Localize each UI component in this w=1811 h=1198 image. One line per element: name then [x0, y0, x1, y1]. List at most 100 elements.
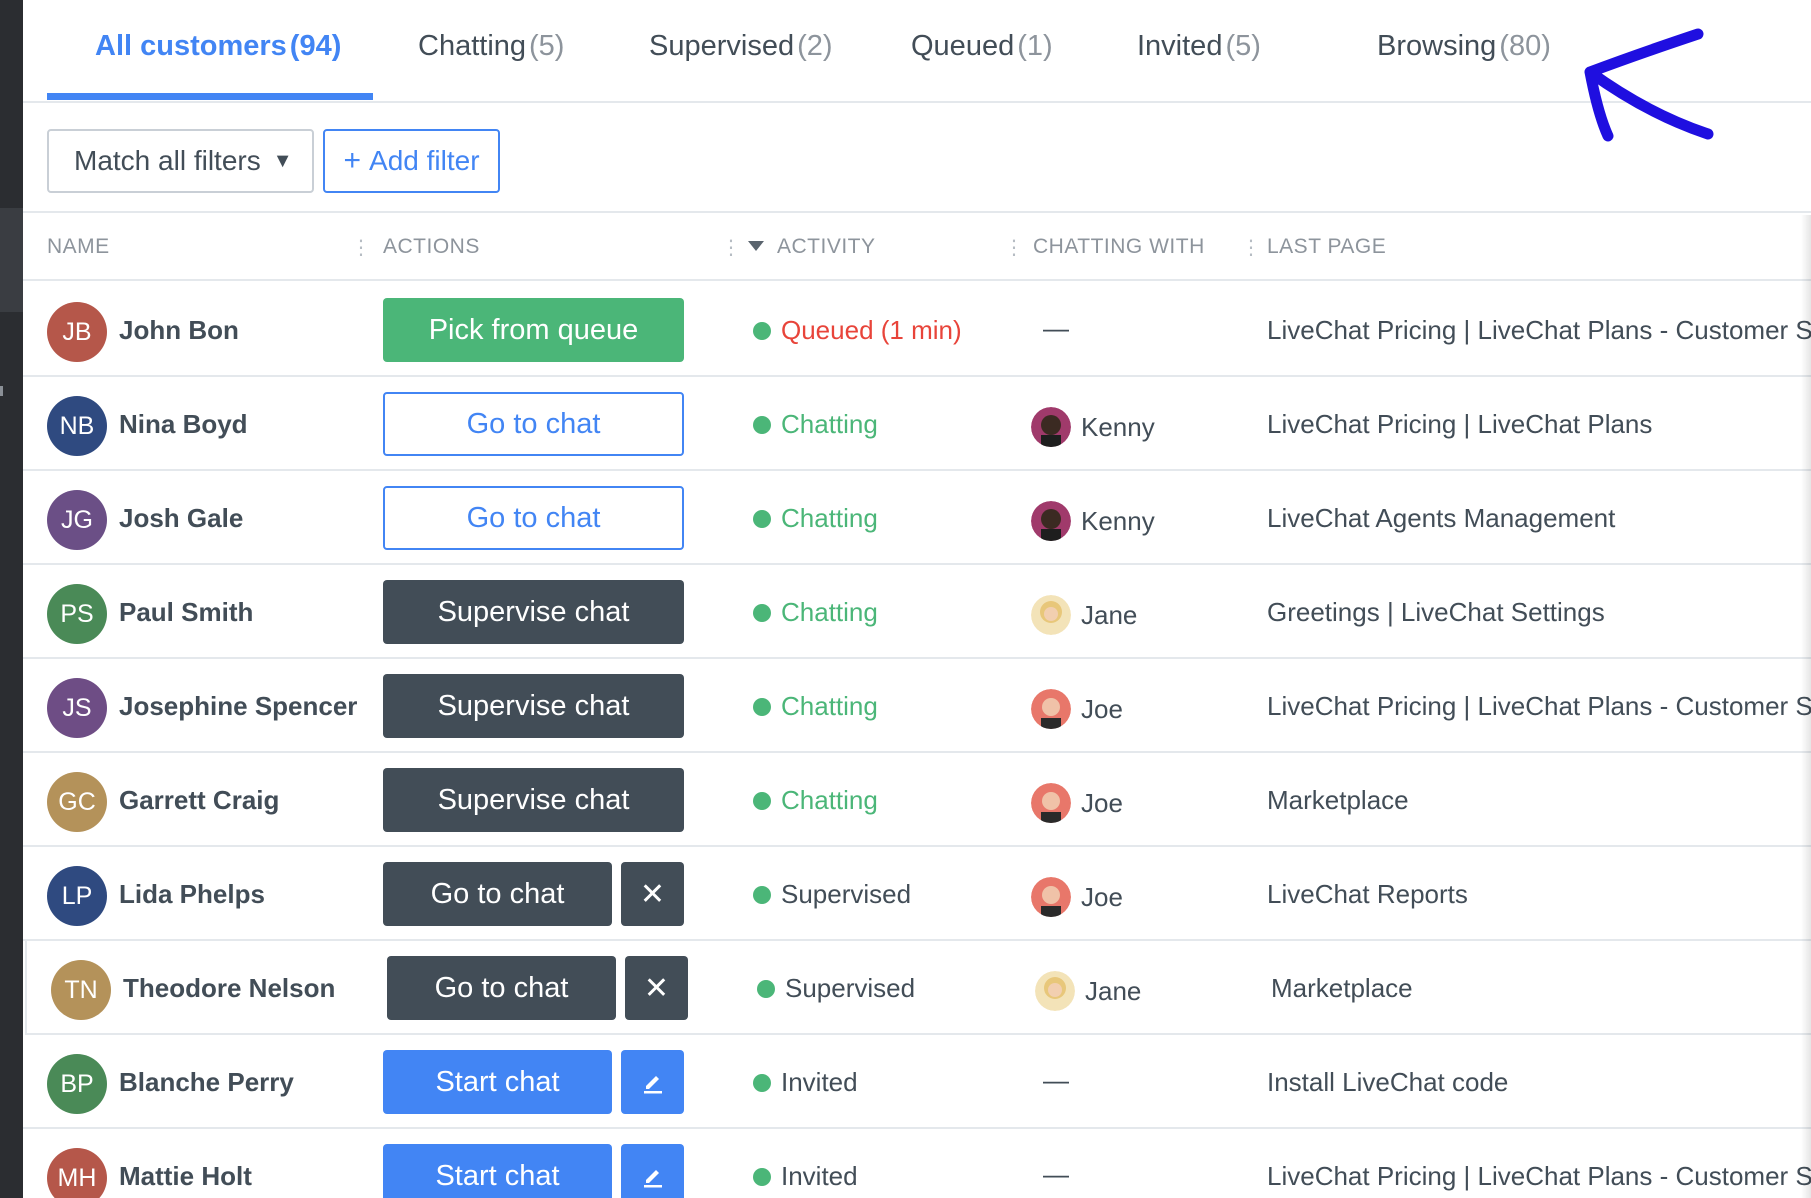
tab-label: Queued: [911, 30, 1015, 62]
tab-count: (5): [529, 30, 565, 62]
table-row[interactable]: JS Josephine Spencer Supervise chat Chat…: [23, 659, 1811, 753]
column-resize-handle[interactable]: ⋮: [1004, 235, 1024, 260]
stop-supervising-button[interactable]: ✕: [621, 862, 684, 926]
go-to-chat-button[interactable]: Go to chat: [383, 862, 612, 926]
left-sidebar-rail: [0, 0, 23, 1198]
tab-supervised[interactable]: Supervised (2): [649, 30, 833, 80]
column-resize-handle[interactable]: ⋮: [1241, 235, 1261, 260]
chatting-with: Joe: [1031, 783, 1123, 823]
table-row[interactable]: MH Mattie Holt Start chat Invited — Live…: [23, 1129, 1811, 1198]
column-header-chatting-with[interactable]: CHATTING WITH: [1033, 235, 1205, 259]
customer-name[interactable]: Josh Gale: [119, 503, 243, 534]
table-row[interactable]: JG Josh Gale Go to chat Chatting Kenny L…: [23, 471, 1811, 565]
agent-avatar-jane: [1035, 971, 1075, 1011]
table-row[interactable]: NB Nina Boyd Go to chat Chatting Kenny L…: [23, 377, 1811, 471]
table-row[interactable]: BP Blanche Perry Start chat Invited — In…: [23, 1035, 1811, 1129]
status-text: Invited: [781, 1067, 858, 1097]
chatting-with: Kenny: [1031, 407, 1155, 447]
customer-name[interactable]: Mattie Holt: [119, 1161, 252, 1192]
last-page: LiveChat Pricing | LiveChat Plans - Cust…: [1267, 1161, 1811, 1191]
table-row[interactable]: GC Garrett Craig Supervise chat Chatting…: [23, 753, 1811, 847]
last-page: Install LiveChat code: [1267, 1067, 1509, 1097]
column-header-name[interactable]: NAME: [47, 235, 110, 259]
column-header-last-page[interactable]: LAST PAGE: [1267, 235, 1386, 259]
table-row[interactable]: PS Paul Smith Supervise chat Chatting Ja…: [23, 565, 1811, 659]
status-dot-icon: [753, 1073, 771, 1092]
go-to-chat-button[interactable]: Go to chat: [383, 392, 684, 456]
avatar: TN: [51, 960, 111, 1020]
supervise-chat-button[interactable]: Supervise chat: [383, 674, 684, 738]
tab-label: Supervised: [649, 30, 795, 62]
start-chat-button[interactable]: Start chat: [383, 1050, 612, 1114]
status-text: Chatting: [781, 691, 878, 721]
column-header-activity[interactable]: ACTIVITY: [777, 235, 876, 259]
customer-name[interactable]: Nina Boyd: [119, 409, 248, 440]
customer-name[interactable]: Paul Smith: [119, 597, 253, 628]
supervise-chat-button[interactable]: Supervise chat: [383, 768, 684, 832]
status-text: Chatting: [781, 409, 878, 439]
table-row[interactable]: TN Theodore Nelson Go to chat ✕ Supervis…: [25, 941, 1811, 1035]
agent-name: Joe: [1081, 693, 1123, 724]
agent-avatar-kenny: [1031, 407, 1071, 447]
status-text: Supervised: [785, 973, 916, 1003]
go-to-chat-button[interactable]: Go to chat: [387, 956, 616, 1020]
sort-descending-icon[interactable]: [748, 241, 764, 251]
tab-chatting[interactable]: Chatting (5): [418, 30, 564, 80]
avatar: JB: [47, 302, 107, 362]
status-dot-icon: [753, 415, 771, 434]
status-text: Queued (1 min): [781, 315, 962, 345]
column-header-actions[interactable]: ACTIONS: [383, 235, 480, 259]
match-filters-label: Match all filters: [74, 145, 261, 176]
status-text: Chatting: [781, 785, 878, 815]
last-page: Marketplace: [1267, 785, 1409, 815]
customer-name[interactable]: Blanche Perry: [119, 1067, 294, 1098]
plus-icon: +: [343, 144, 362, 177]
sidebar-handle[interactable]: [0, 386, 3, 396]
tab-label: Browsing: [1377, 30, 1497, 62]
tab-label: All customers: [95, 30, 287, 62]
stop-supervising-button[interactable]: ✕: [625, 956, 688, 1020]
column-resize-handle[interactable]: ⋮: [351, 235, 371, 260]
customer-name[interactable]: Josephine Spencer: [119, 691, 357, 722]
supervise-chat-button[interactable]: Supervise chat: [383, 580, 684, 644]
status-dot-icon: [753, 321, 771, 340]
tab-count: (94): [289, 30, 342, 62]
last-page: LiveChat Agents Management: [1267, 503, 1616, 533]
tab-queued[interactable]: Queued (1): [911, 30, 1053, 80]
agent-avatar-joe: [1031, 689, 1071, 729]
pick-from-queue-button[interactable]: Pick from queue: [383, 298, 684, 362]
last-page: Greetings | LiveChat Settings: [1267, 597, 1605, 627]
chatting-with: Kenny: [1031, 501, 1155, 541]
activity-status: Chatting: [753, 503, 878, 534]
pencil-icon: [643, 1076, 662, 1094]
customer-name[interactable]: John Bon: [119, 315, 239, 346]
customer-name[interactable]: Lida Phelps: [119, 879, 265, 910]
status-dot-icon: [753, 1167, 771, 1186]
go-to-chat-button[interactable]: Go to chat: [383, 486, 684, 550]
avatar: PS: [47, 584, 107, 644]
match-filters-dropdown[interactable]: Match all filters ▼: [47, 129, 314, 193]
tab-all-customers[interactable]: All customers (94): [95, 30, 341, 80]
add-filter-button[interactable]: + Add filter: [323, 129, 500, 193]
close-icon: ✕: [643, 971, 670, 1005]
last-page: Marketplace: [1271, 973, 1413, 1003]
tab-count: (80): [1499, 30, 1551, 62]
edit-invitation-button[interactable]: [621, 1144, 684, 1198]
edit-invitation-button[interactable]: [621, 1050, 684, 1114]
status-text: Chatting: [781, 597, 878, 627]
chatting-with-empty: —: [1043, 313, 1069, 343]
table-row[interactable]: LP Lida Phelps Go to chat ✕ Supervised J…: [23, 847, 1811, 941]
tab-invited[interactable]: Invited (5): [1137, 30, 1261, 80]
customer-name[interactable]: Theodore Nelson: [123, 973, 335, 1004]
table-row[interactable]: JB John Bon Pick from queue Queued (1 mi…: [23, 283, 1811, 377]
start-chat-button[interactable]: Start chat: [383, 1144, 612, 1198]
avatar: BP: [47, 1054, 107, 1114]
column-resize-handle[interactable]: ⋮: [721, 235, 741, 260]
chatting-with-empty: —: [1043, 1159, 1069, 1189]
tab-browsing[interactable]: Browsing (80): [1377, 30, 1551, 80]
activity-status: Supervised: [753, 879, 911, 910]
agent-name: Joe: [1081, 881, 1123, 912]
agent-name: Kenny: [1081, 505, 1155, 536]
customer-name[interactable]: Garrett Craig: [119, 785, 279, 816]
tab-count: (2): [797, 30, 833, 62]
